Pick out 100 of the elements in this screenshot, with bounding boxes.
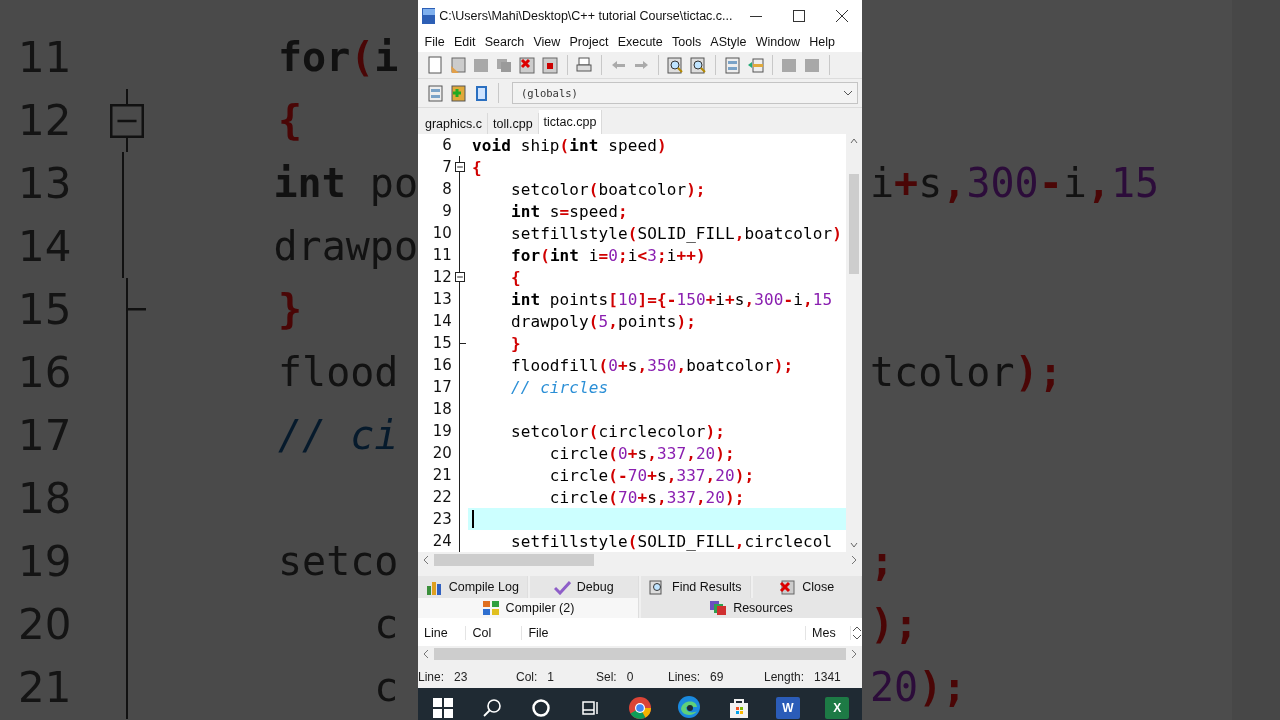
line-number: 24 — [431, 531, 452, 552]
menu-item[interactable]: Edit — [449, 33, 481, 51]
indent-icon[interactable] — [746, 55, 765, 75]
close-icon — [779, 579, 797, 595]
line-number: 20 — [431, 443, 452, 464]
code-line: setco — [278, 537, 399, 586]
grid-icon — [481, 600, 500, 616]
task-view-icon — [580, 698, 601, 718]
search-icon — [482, 698, 502, 718]
ring-icon — [531, 698, 552, 718]
spin-arrows-icon[interactable] — [850, 624, 862, 642]
new-file-icon[interactable] — [426, 55, 445, 75]
line-number: 11 — [431, 245, 452, 266]
file-icon[interactable] — [449, 55, 468, 75]
search-icon[interactable] — [689, 55, 708, 75]
code-line: setfillstyle(SOLID_FILL,boatcolor) — [509, 223, 842, 243]
column-header[interactable]: Mes — [806, 626, 851, 640]
code-line: setcolor(circlecolor); — [509, 421, 726, 441]
word-icon: W — [775, 697, 800, 719]
code-line: setfillstyle(SOLID_FILL,circlecol — [509, 531, 833, 551]
line-number: 23 — [431, 509, 452, 530]
panel-tab[interactable]: Resources — [641, 598, 862, 618]
line-number: 13 — [431, 289, 452, 310]
list-icon[interactable] — [426, 83, 445, 103]
panel-tab[interactable]: Find Results — [641, 576, 751, 598]
code-editor[interactable] — [418, 134, 862, 552]
column-header[interactable]: Col — [466, 626, 523, 640]
app-icon — [422, 8, 436, 24]
code-line: { — [472, 157, 482, 177]
code-line: // ci — [278, 411, 399, 460]
menu-item[interactable]: Tools — [667, 33, 706, 51]
close-all-icon[interactable] — [541, 55, 560, 75]
excel-icon: X — [825, 697, 850, 719]
fold-toggle-icon[interactable] — [110, 103, 144, 138]
status-label: Length: — [764, 670, 805, 684]
line-number: 19 — [431, 421, 452, 442]
line-number: 17 — [431, 377, 452, 398]
column-header[interactable]: File — [522, 626, 807, 640]
print-icon[interactable] — [575, 55, 594, 75]
code-line: int points[10]={-150+i+s,300-i,15 — [509, 289, 833, 309]
scrollbar-thumb[interactable] — [849, 174, 859, 274]
code-line: } — [509, 333, 521, 353]
scrollbar-thumb[interactable] — [434, 648, 846, 660]
code-line: circle(0+s,337,20); — [548, 443, 735, 463]
code-line: drawpoly(5,points); — [509, 311, 696, 331]
code-line: int s=speed; — [509, 201, 628, 221]
maximize-icon — [793, 10, 806, 22]
file-tab[interactable]: tictac.cpp — [538, 110, 603, 134]
menu-item[interactable]: Project — [564, 33, 614, 51]
code-line: circle(-70+s,337,20); — [548, 465, 755, 485]
chrome-icon — [627, 696, 652, 720]
line-number: 22 — [431, 487, 452, 508]
code-line: drawpo — [273, 222, 418, 271]
code-line: } — [278, 285, 303, 334]
line-number: 15 — [431, 333, 452, 354]
line-number: 6 — [441, 135, 452, 156]
menu-item[interactable]: Help — [804, 33, 840, 51]
scope-dropdown[interactable]: (globals) — [512, 82, 858, 104]
menu-item[interactable]: File — [420, 33, 450, 51]
code-line: tcolor); — [869, 348, 1063, 397]
line-number: 7 — [441, 157, 452, 178]
menu-item[interactable]: View — [528, 33, 565, 51]
taskbar-app[interactable]: W — [764, 688, 811, 720]
scrollbar-thumb[interactable] — [434, 554, 594, 566]
window-title: C:\Users\Mahi\Desktop\C++ tutorial Course\tictac.c... — [439, 9, 733, 23]
status-value: 0 — [626, 670, 634, 684]
minimize-icon — [750, 15, 763, 17]
list-icon[interactable] — [723, 55, 742, 75]
chevron-left-icon — [422, 649, 430, 659]
code-line: void ship(int speed) — [472, 135, 667, 155]
status-label: Lines: — [668, 670, 701, 684]
add-file-icon[interactable] — [449, 83, 468, 103]
fold-toggle-icon[interactable] — [455, 162, 465, 172]
code-line: flood — [278, 348, 399, 397]
status-label: Line: — [418, 670, 445, 684]
panel-tab[interactable]: Close — [752, 576, 862, 598]
code-line: floodfill(0+s,350,boatcolor); — [509, 355, 794, 375]
code-line: // circles — [509, 377, 609, 397]
search-icon[interactable] — [666, 55, 685, 75]
panel-tab[interactable]: Debug — [529, 576, 639, 598]
line-number: 8 — [441, 179, 452, 200]
column-header[interactable]: Line — [418, 626, 467, 640]
menu-item[interactable]: Window — [751, 33, 805, 51]
code-line: int po — [273, 159, 418, 208]
taskbar-app[interactable]: X — [814, 688, 861, 720]
code-line: for(i — [278, 33, 399, 82]
windows-icon — [432, 698, 453, 718]
menu-item[interactable]: Execute — [613, 33, 668, 51]
stacked-squares-icon — [709, 600, 728, 616]
text-cursor — [472, 510, 474, 528]
panel-tab[interactable]: Compile Log — [418, 576, 528, 598]
panel-tab[interactable]: Compiler (2) — [418, 598, 639, 618]
line-number: 14 — [431, 311, 452, 332]
line-number: 21 — [431, 465, 452, 486]
menu-item[interactable]: AStyle — [705, 33, 752, 51]
line-number: 18 — [431, 399, 452, 420]
close-file-icon[interactable] — [518, 55, 537, 75]
code-line: for(int i=0;i<3;i++) — [509, 245, 706, 265]
fold-toggle-icon[interactable] — [455, 272, 465, 282]
menu-item[interactable]: Search — [480, 33, 529, 51]
